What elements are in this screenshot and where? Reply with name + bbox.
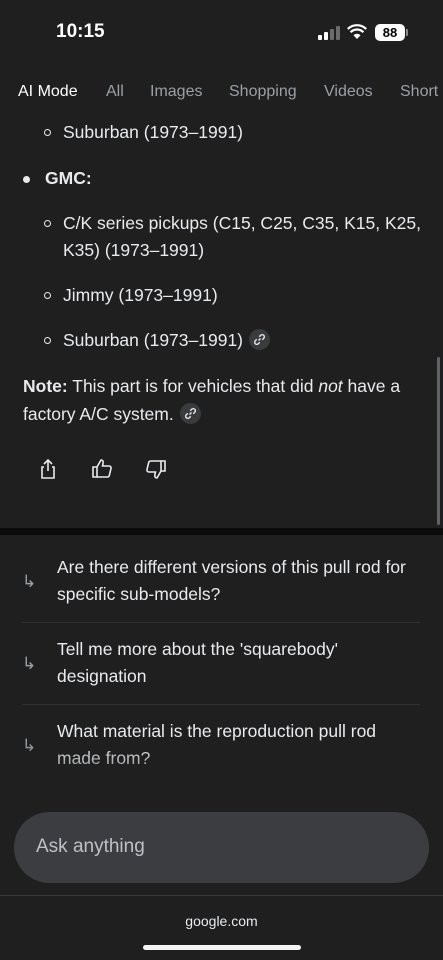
- tab-short[interactable]: Short: [400, 83, 438, 101]
- home-indicator[interactable]: [143, 945, 301, 950]
- list-item-text: Suburban (1973–1991): [63, 330, 244, 350]
- source-link-icon[interactable]: [179, 403, 201, 424]
- list-bullet: [44, 220, 51, 227]
- reply-arrow-icon: ↳: [22, 654, 37, 673]
- ask-placeholder: Ask anything: [36, 836, 145, 857]
- feedback-actions: [0, 457, 443, 487]
- list-bullet: [23, 176, 30, 183]
- thumbs-up-icon[interactable]: [90, 457, 114, 481]
- battery-icon: 88: [375, 24, 405, 41]
- reply-arrow-icon: ↳: [22, 572, 37, 591]
- list-item: Jimmy (1973–1991): [63, 285, 218, 305]
- battery-tip: [406, 29, 408, 36]
- note-text-1: This part is for vehicles that did: [67, 376, 319, 396]
- list-bullet: [44, 129, 51, 136]
- followup-item[interactable]: ↳ Are there different versions of this p…: [22, 540, 420, 623]
- source-link-icon[interactable]: [249, 329, 271, 350]
- section-divider: [0, 528, 443, 535]
- content-fade: [0, 740, 443, 810]
- url-text: google.com: [185, 913, 258, 929]
- scrollbar[interactable]: [437, 357, 440, 525]
- tab-ai-mode[interactable]: AI Mode: [18, 83, 78, 101]
- list-bullet: [44, 337, 51, 344]
- status-time: 10:15: [56, 21, 105, 42]
- followup-item[interactable]: ↳ Tell me more about the 'squarebody' de…: [22, 623, 420, 705]
- cellular-signal-icon: [318, 26, 340, 40]
- list-item: C/K series pickups (C15, C25, C35, K15, …: [63, 213, 421, 260]
- list-bullet: [44, 292, 51, 299]
- search-tabs: AI Mode All Images Shopping Videos Short: [0, 70, 443, 116]
- tab-shopping[interactable]: Shopping: [229, 83, 297, 101]
- list-item: Suburban (1973–1991): [63, 327, 271, 354]
- status-bar: 10:15 88: [0, 0, 443, 70]
- share-icon[interactable]: [36, 457, 60, 481]
- followup-text: Are there different versions of this pul…: [57, 557, 406, 604]
- tab-images[interactable]: Images: [150, 83, 202, 101]
- tab-all[interactable]: All: [106, 83, 124, 101]
- ask-input[interactable]: Ask anything: [14, 812, 429, 883]
- note-paragraph: Note: This part is for vehicles that did…: [23, 372, 423, 428]
- gmc-heading: GMC:: [45, 168, 92, 188]
- followup-text: Tell me more about the 'squarebody' desi…: [57, 639, 339, 686]
- note-label: Note:: [23, 376, 68, 396]
- list-item: Suburban (1973–1991): [63, 122, 244, 142]
- thumbs-down-icon[interactable]: [144, 457, 168, 481]
- browser-url-bar[interactable]: google.com: [0, 896, 443, 960]
- wifi-icon: [347, 24, 367, 39]
- note-emphasis: not: [318, 376, 343, 396]
- tab-videos[interactable]: Videos: [324, 83, 373, 101]
